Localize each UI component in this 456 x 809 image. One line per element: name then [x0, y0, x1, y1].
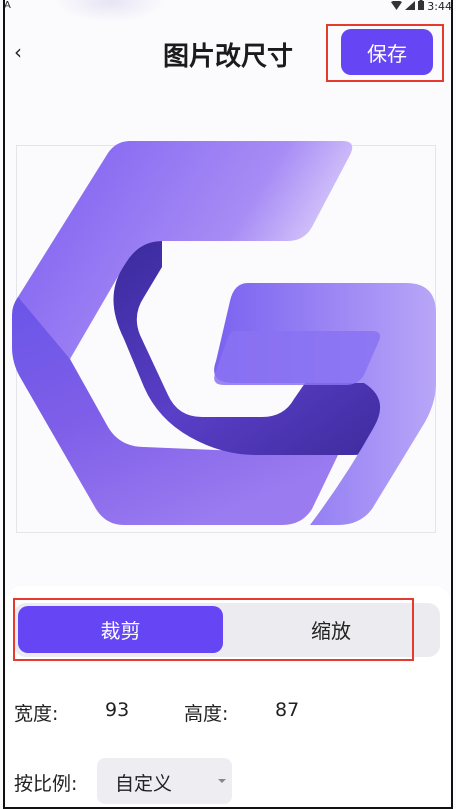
ratio-label: 按比例: — [14, 773, 78, 795]
wifi-icon — [391, 0, 403, 13]
chevron-down-icon — [218, 779, 226, 783]
battery-icon — [418, 0, 425, 13]
save-button[interactable]: 保存 — [341, 29, 433, 75]
width-value[interactable]: 93 — [105, 699, 129, 721]
status-notification-icon: A — [4, 0, 11, 11]
logo-crossbar — [214, 331, 380, 385]
ratio-selected-value: 自定义 — [115, 773, 173, 795]
g-logo-image — [12, 141, 436, 525]
status-time: 3:44 — [427, 0, 452, 13]
segment-highlight-box — [13, 598, 414, 661]
status-bar: A 3:44 — [0, 0, 456, 14]
status-icons: 3:44 — [391, 0, 452, 13]
width-label: 宽度: — [14, 703, 59, 725]
height-value[interactable]: 87 — [275, 699, 299, 721]
image-preview[interactable] — [12, 137, 440, 533]
signal-icon — [405, 0, 416, 13]
height-label: 高度: — [184, 703, 229, 725]
ratio-dropdown[interactable]: 自定义 — [97, 758, 232, 804]
